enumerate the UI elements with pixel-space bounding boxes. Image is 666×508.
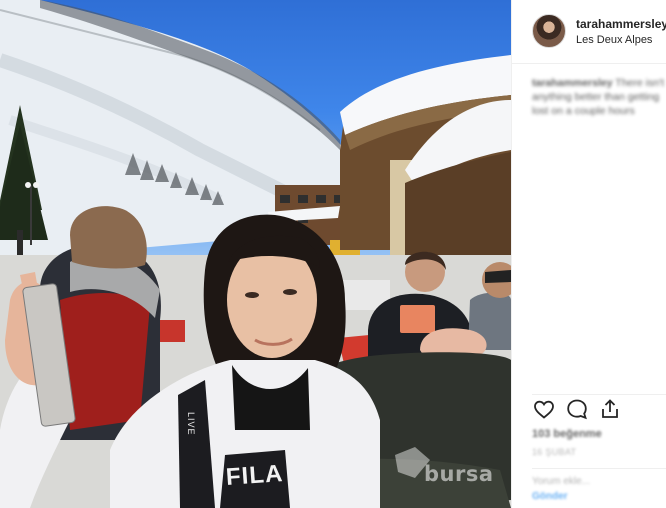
likes-count[interactable]: 103 beğenme: [532, 428, 602, 440]
heart-icon[interactable]: [532, 397, 556, 421]
location-link[interactable]: Les Deux Alpes: [576, 34, 652, 46]
caption-username[interactable]: tarahammersley: [532, 77, 613, 89]
post-comment-button[interactable]: Gönder: [532, 491, 666, 502]
post-timestamp: 16 ŞUBAT: [532, 447, 577, 457]
post-caption: tarahammersley There isn't anything bett…: [532, 76, 666, 118]
shirt-brand-text: FILA: [225, 460, 285, 491]
share-icon[interactable]: [598, 397, 622, 421]
strap-text: LIVE: [186, 412, 196, 436]
comment-input[interactable]: Yorum ekle...: [532, 476, 666, 487]
comment-box: Yorum ekle... Gönder: [532, 468, 666, 502]
post-sidebar: tarahammersley Les Deux Alpes tarahammer…: [511, 0, 666, 508]
post-header: tarahammersley Les Deux Alpes: [512, 0, 666, 64]
username-link[interactable]: tarahammersley: [576, 17, 666, 31]
comment-icon[interactable]: [565, 397, 589, 421]
action-bar: [532, 394, 666, 422]
ski-resort-scene: [0, 0, 511, 508]
post-photo[interactable]: FILA LIVE bursa: [0, 0, 511, 508]
avatar[interactable]: [532, 14, 566, 48]
